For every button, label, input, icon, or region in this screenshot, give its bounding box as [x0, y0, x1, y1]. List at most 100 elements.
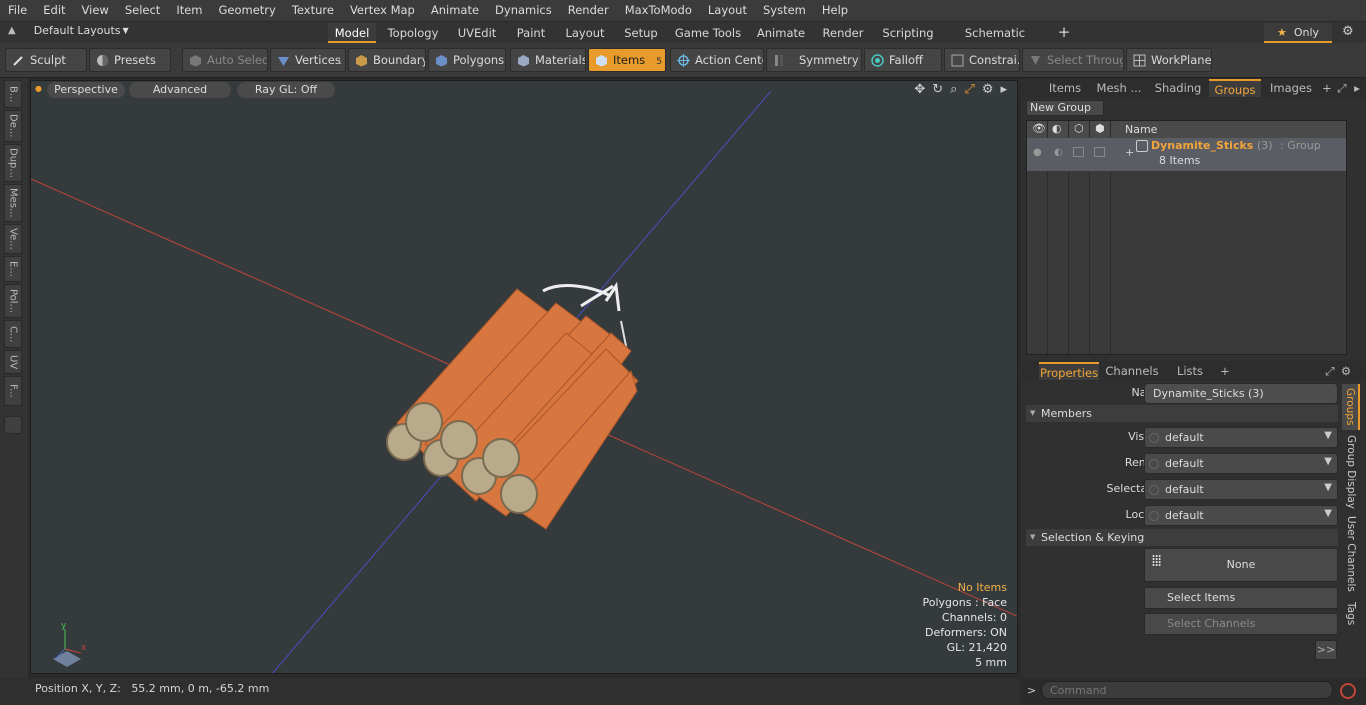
items-button[interactable]: Items 5 — [588, 48, 666, 72]
menu-help[interactable]: Help — [814, 0, 856, 21]
tab-schematic-fusion[interactable]: Schematic Fusion — [946, 23, 1044, 60]
add-properties-tab-icon[interactable]: + — [1219, 362, 1231, 380]
auto-select-button[interactable]: Auto Select — [182, 48, 268, 72]
perspective-button[interactable]: Perspective — [47, 82, 125, 98]
play-arrow-icon[interactable]: ▸ — [1000, 82, 1007, 97]
menu-vertex-map[interactable]: Vertex Map — [342, 0, 423, 21]
side-tab-user-channels[interactable]: User Channels — [1342, 514, 1360, 594]
group-row-dynamite[interactable]: ● ◐ + Dynamite_Sticks (3) : Group 8 Item… — [1027, 138, 1346, 171]
menu-layout[interactable]: Layout — [700, 0, 755, 21]
expand-icon[interactable]: + — [1125, 146, 1134, 159]
advanced-button[interactable]: Advanced — [129, 82, 231, 98]
only-toggle[interactable]: ★ Only — [1264, 23, 1332, 43]
menu-dynamics[interactable]: Dynamics — [487, 0, 560, 21]
action-center-button[interactable]: Action Center — [670, 48, 764, 72]
tab-game-tools[interactable]: Game Tools — [672, 23, 744, 43]
3d-viewport[interactable]: y x ● Perspective Advanced Ray GL: Off ✥… — [30, 80, 1018, 674]
tab-topology[interactable]: Topology — [384, 23, 442, 43]
boundary-button[interactable]: Boundary — [348, 48, 426, 72]
left-tab-curve[interactable]: C... — [4, 320, 22, 348]
side-tab-group-display[interactable]: Group Display — [1342, 434, 1360, 510]
left-strip-toggle[interactable] — [4, 416, 22, 434]
selectable-dropdown[interactable]: default ▼ — [1144, 479, 1338, 500]
selection-keying-section[interactable]: Selection & Keying — [1026, 529, 1338, 546]
tab-mesh[interactable]: Mesh ... — [1091, 79, 1147, 97]
left-tab-fusion[interactable]: F... — [4, 376, 22, 406]
rotate-view-icon[interactable]: ↻ — [932, 82, 943, 97]
symmetry-button[interactable]: Symmetry — [766, 48, 862, 72]
record-icon[interactable] — [1340, 683, 1356, 699]
tab-channels[interactable]: Channels — [1103, 362, 1161, 380]
raygl-button[interactable]: Ray GL: Off — [237, 82, 335, 98]
command-input[interactable] — [1041, 681, 1333, 699]
new-group-button[interactable]: New Group — [1026, 100, 1104, 116]
menu-render[interactable]: Render — [560, 0, 617, 21]
tab-render[interactable]: Render — [818, 23, 868, 43]
side-tab-tags[interactable]: Tags — [1342, 598, 1360, 630]
gear-icon[interactable]: ⚙ — [1342, 24, 1354, 39]
left-tab-deform[interactable]: De... — [4, 110, 22, 142]
left-tab-vertex[interactable]: Ve... — [4, 224, 22, 254]
menu-system[interactable]: System — [755, 0, 814, 21]
add-tab-icon[interactable]: + — [1054, 23, 1074, 43]
menu-animate[interactable]: Animate — [423, 0, 487, 21]
left-tab-basic[interactable]: B... — [4, 80, 22, 108]
menu-texture[interactable]: Texture — [284, 0, 342, 21]
tab-model[interactable]: Model — [328, 23, 376, 43]
tab-groups[interactable]: Groups — [1209, 79, 1261, 97]
visible-dropdown[interactable]: default ▼ — [1144, 427, 1338, 448]
lock-icon[interactable]: ⬡ — [1074, 122, 1084, 135]
tab-shading[interactable]: Shading — [1151, 79, 1205, 97]
row-eye-icon[interactable]: ● — [1033, 147, 1042, 158]
polygons-button[interactable]: Polygons — [428, 48, 506, 72]
layout-selector[interactable]: ▲ Default Layouts ▼ — [8, 24, 129, 37]
tab-layout[interactable]: Layout — [560, 23, 610, 43]
tab-scripting[interactable]: Scripting — [880, 23, 936, 43]
vertices-button[interactable]: Vertices 1 — [270, 48, 346, 72]
maximize-view-icon[interactable]: ⤢ — [964, 82, 974, 97]
tab-properties[interactable]: Properties — [1039, 362, 1099, 380]
constraints-button[interactable]: Constrai... — [944, 48, 1020, 72]
tab-animate[interactable]: Animate — [754, 23, 808, 43]
select-icon[interactable]: ⬢ — [1095, 122, 1105, 135]
menu-maxtomodo[interactable]: MaxToModo — [617, 0, 700, 21]
zoom-view-icon[interactable]: ⌕ — [950, 82, 957, 97]
dynamite-model[interactable] — [386, 281, 639, 530]
eye-icon[interactable]: 👁 — [1032, 122, 1046, 135]
presets-button[interactable]: Presets — [89, 48, 171, 72]
viewport-gear-icon[interactable]: ⚙ — [982, 82, 994, 97]
row-lock-checkbox[interactable] — [1073, 147, 1084, 157]
workplane-button[interactable]: WorkPlane — [1126, 48, 1212, 72]
left-tab-edge[interactable]: E... — [4, 256, 22, 282]
falloff-button[interactable]: Falloff — [864, 48, 942, 72]
menu-view[interactable]: View — [74, 0, 117, 21]
members-section[interactable]: Members — [1026, 405, 1338, 422]
row-render-icon[interactable]: ◐ — [1054, 147, 1063, 158]
left-tab-uv[interactable]: UV — [4, 350, 22, 374]
tab-uvedit[interactable]: UVEdit — [452, 23, 502, 43]
menu-edit[interactable]: Edit — [35, 0, 73, 21]
panel-menu-icon[interactable]: ▸ — [1351, 79, 1363, 97]
tab-items[interactable]: Items — [1043, 79, 1087, 97]
add-panel-tab-icon[interactable]: + — [1321, 79, 1333, 97]
none-button[interactable]: ⁞⁞⁞ None — [1144, 548, 1338, 582]
render-dropdown[interactable]: default ▼ — [1144, 453, 1338, 474]
tab-lists[interactable]: Lists — [1167, 362, 1213, 380]
side-tab-groups[interactable]: Groups — [1342, 384, 1360, 430]
tab-paint[interactable]: Paint — [512, 23, 550, 43]
sculpt-button[interactable]: Sculpt — [5, 48, 87, 72]
render-icon[interactable]: ◐ — [1052, 122, 1062, 135]
more-button[interactable]: >> — [1315, 640, 1337, 660]
select-through-button[interactable]: Select Through — [1022, 48, 1124, 72]
materials-button[interactable]: Materials — [510, 48, 586, 72]
properties-gear-icon[interactable]: ⚙ — [1339, 362, 1353, 380]
move-view-icon[interactable]: ✥ — [914, 82, 925, 97]
tab-images[interactable]: Images — [1265, 79, 1317, 97]
row-select-checkbox[interactable] — [1094, 147, 1105, 157]
locked-dropdown[interactable]: default ▼ — [1144, 505, 1338, 526]
left-tab-polygon[interactable]: Pol... — [4, 284, 22, 318]
left-tab-duplicate[interactable]: Dup... — [4, 144, 22, 182]
tab-setup[interactable]: Setup — [620, 23, 662, 43]
menu-select[interactable]: Select — [117, 0, 168, 21]
select-channels-button[interactable]: Select Channels — [1144, 613, 1338, 635]
